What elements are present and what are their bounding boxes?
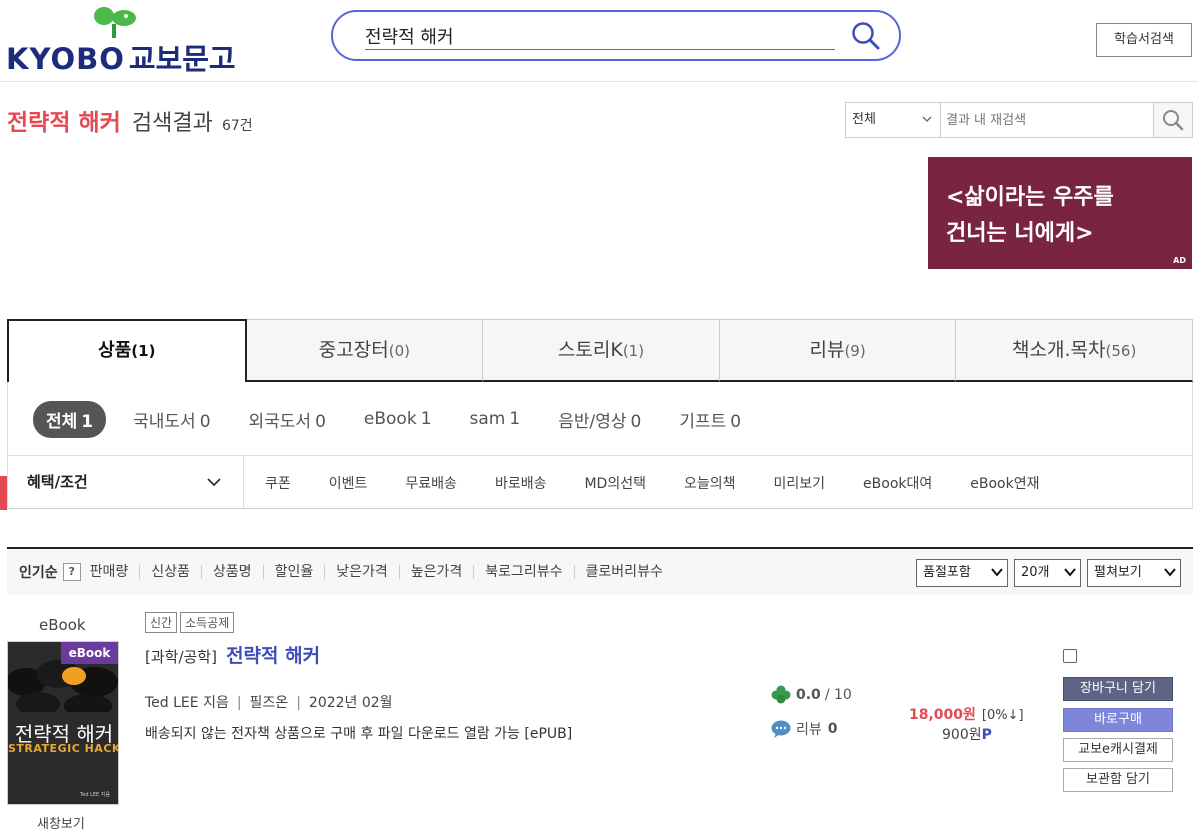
filter-free-shipping[interactable]: 무료배송	[405, 473, 457, 493]
page-size-select[interactable]: 20개	[1014, 559, 1081, 587]
search-icon[interactable]	[851, 21, 881, 51]
chevron-down-icon	[991, 568, 1003, 577]
tab-book-intro-toc[interactable]: 책소개.목차(56)	[956, 319, 1193, 382]
category-domestic[interactable]: 국내도서 0	[133, 407, 210, 432]
product-title-link[interactable]: 전략적 해커	[226, 645, 320, 667]
sort-new[interactable]: 신상품	[139, 565, 201, 579]
ad-banner[interactable]: <삶이라는 우주를 건너는 너에게> AD	[928, 157, 1192, 269]
sort-discount[interactable]: 할인율	[262, 565, 325, 579]
research-input[interactable]	[946, 107, 1151, 133]
category-filter-area: 전체 1 국내도서 0 외국도서 0 eBook 1 sam 1 음반/영상 0 기프트 0 …	[0, 382, 1193, 510]
sort-sales[interactable]: 판매량	[90, 565, 140, 579]
product-points: 900원P	[942, 727, 992, 743]
research-scope-select[interactable]: 전체	[846, 103, 941, 137]
ad-mark: AD	[1173, 256, 1186, 265]
book-cover[interactable]: eBook 전략적 해커 STRATEGIC HACKER Ted LEE 지음	[7, 641, 119, 805]
logo-wordmark: KYOBO 교보문고	[6, 42, 236, 76]
product-meta: Ted LEE 지음 | 필즈온 | 2022년 02월	[145, 695, 393, 711]
sort-booklog-reviews[interactable]: 북로그리뷰수	[473, 565, 573, 579]
sort-high-price[interactable]: 높은가격	[398, 565, 474, 579]
filter-md-choice[interactable]: MD의선택	[584, 473, 646, 493]
benefit-filter-row: 혜택/조건 쿠폰 이벤트 무료배송 바로배송 MD의선택 오늘의책 미리보기 e…	[0, 455, 1192, 510]
new-window-link[interactable]: 새창보기	[37, 813, 85, 832]
review-count-link[interactable]: 리뷰 0	[771, 719, 838, 739]
speech-bubble-icon	[771, 720, 791, 738]
ebook-badge: eBook	[61, 642, 118, 664]
tab-story-k[interactable]: 스토리K(1)	[483, 319, 720, 382]
sprout-logo-icon	[94, 7, 136, 38]
product-date: 2022년 02월	[308, 695, 393, 711]
soldout-select[interactable]: 품절포함	[916, 559, 1008, 587]
product-price: 18,000원 [0%↓]	[909, 707, 1024, 723]
tab-products[interactable]: 상품(1)	[7, 319, 247, 382]
chevron-down-icon	[207, 478, 221, 487]
product-item: eBook eBook 전략적 해커 STRATEGIC HACKER Ted …	[7, 605, 1193, 836]
select-checkbox[interactable]	[1063, 649, 1077, 663]
filter-coupon[interactable]: 쿠폰	[265, 473, 291, 493]
product-publisher[interactable]: 필즈온	[250, 695, 289, 711]
tab-reviews[interactable]: 리뷰(9)	[719, 319, 957, 382]
sort-clover-reviews[interactable]: 클로버리뷰수	[573, 565, 674, 579]
product-tags: 신간 소득공제	[145, 612, 237, 633]
filter-todays-book[interactable]: 오늘의책	[684, 473, 736, 493]
main-search-input[interactable]	[365, 22, 835, 50]
category-all[interactable]: 전체 1	[33, 400, 107, 438]
benefit-condition-toggle[interactable]: 혜택/조건	[8, 456, 244, 509]
chevron-down-icon	[922, 116, 932, 122]
product-type: eBook	[39, 616, 86, 634]
result-tabs: 상품(1) 중고장터(0) 스토리K(1) 리뷰(9) 책소개.목차(56)	[7, 319, 1193, 382]
filter-event[interactable]: 이벤트	[329, 473, 368, 493]
side-marker	[0, 476, 7, 510]
main-search-box	[331, 10, 901, 61]
add-to-wishlist-button[interactable]: 보관함 담기	[1063, 768, 1173, 792]
sort-bar: 인기순 ? 판매량 신상품 상품명 할인율 낮은가격 높은가격 북로그리뷰수 클…	[7, 547, 1193, 595]
filter-ebook-rental[interactable]: eBook대여	[863, 473, 932, 493]
product-author[interactable]: Ted LEE 지음	[145, 695, 229, 711]
sort-options: 인기순 ? 판매량 신상품 상품명 할인율 낮은가격 높은가격 북로그리뷰수 클…	[19, 549, 674, 595]
add-to-cart-button[interactable]: 장바구니 담기	[1063, 677, 1173, 701]
chevron-down-icon	[1064, 568, 1076, 577]
cover-author: Ted LEE 지음	[80, 792, 110, 798]
clover-icon	[771, 685, 791, 704]
tab-used-market[interactable]: 중고장터(0)	[246, 319, 484, 382]
sort-selects: 품절포함 20개 펼쳐보기	[910, 559, 1181, 587]
view-mode-select[interactable]: 펼쳐보기	[1087, 559, 1181, 587]
cover-title-en: STRATEGIC HACKER	[8, 742, 118, 755]
category-list: 전체 1 국내도서 0 외국도서 0 eBook 1 sam 1 음반/영상 0 기프트 0	[33, 400, 779, 438]
filter-fast-delivery[interactable]: 바로배송	[495, 473, 547, 493]
search-result-title: 전략적 해커 검색결과 67건	[7, 103, 253, 137]
search-icon	[1163, 110, 1184, 131]
result-keyword: 전략적 해커	[7, 110, 121, 136]
category-foreign[interactable]: 외국도서 0	[249, 407, 326, 432]
benefit-options: 쿠폰 이벤트 무료배송 바로배송 MD의선택 오늘의책 미리보기 eBook대여…	[265, 456, 1077, 509]
category-ebook[interactable]: eBook 1	[364, 409, 432, 429]
tag-income-deduction: 소득공제	[180, 612, 235, 633]
product-title-row: [과학/공학] 전략적 해커	[145, 641, 320, 668]
product-description: 배송되지 않는 전자책 상품으로 구매 후 파일 다운로드 열람 가능 [ePU…	[145, 726, 573, 742]
ad-line-1: <삶이라는 우주를	[946, 185, 1114, 210]
buy-now-button[interactable]: 바로구매	[1063, 708, 1173, 732]
category-sam[interactable]: sam 1	[470, 409, 521, 429]
tag-new: 신간	[145, 612, 178, 633]
research-search-button[interactable]	[1153, 103, 1192, 137]
help-icon[interactable]: ?	[62, 563, 81, 581]
sort-name[interactable]: 상품명	[200, 565, 263, 579]
category-music-video[interactable]: 음반/영상 0	[558, 407, 641, 432]
ecash-pay-button[interactable]: 교보e캐시결제	[1063, 738, 1173, 762]
sort-low-price[interactable]: 낮은가격	[324, 565, 399, 579]
kyobo-logo[interactable]: KYOBO 교보문고	[6, 4, 236, 76]
research-box: 전체	[845, 102, 1193, 138]
ad-line-2: 건너는 너에게>	[946, 221, 1094, 246]
filter-preview[interactable]: 미리보기	[774, 473, 826, 493]
header: KYOBO교보문고 학습서검색	[0, 0, 1198, 82]
result-count: 67건	[221, 118, 253, 134]
category-gift[interactable]: 기프트 0	[679, 407, 741, 432]
filter-ebook-serial[interactable]: eBook연재	[970, 473, 1039, 493]
product-category[interactable]: [과학/공학]	[145, 648, 217, 666]
clover-rating: 0.0 / 10	[771, 685, 852, 705]
sort-popular[interactable]: 인기순	[19, 562, 58, 582]
result-label: 검색결과	[131, 111, 213, 136]
study-book-search-button[interactable]: 학습서검색	[1096, 23, 1192, 57]
chevron-down-icon	[1164, 568, 1176, 577]
